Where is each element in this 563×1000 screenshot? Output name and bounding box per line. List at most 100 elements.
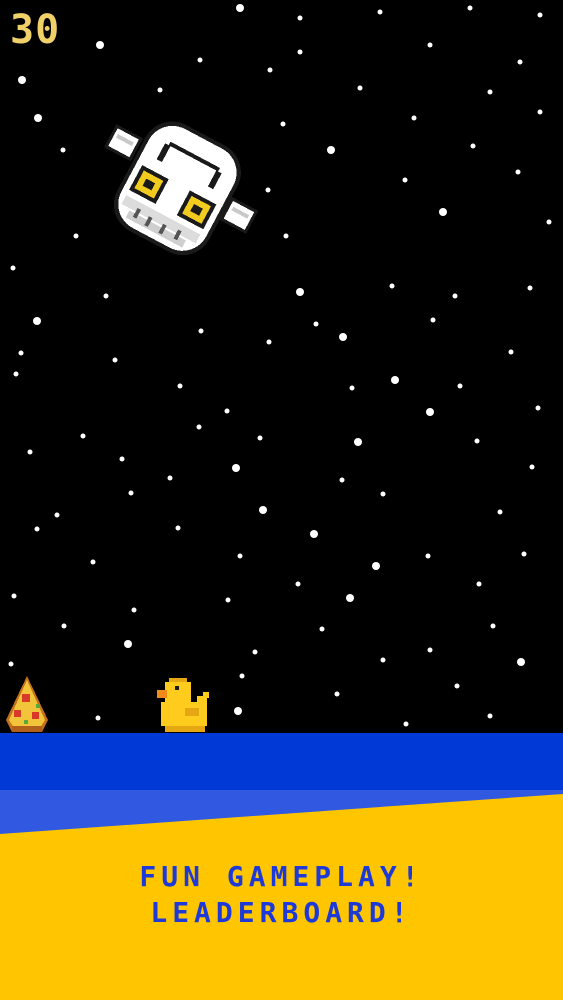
star	[517, 59, 523, 65]
star	[391, 376, 399, 384]
star	[327, 146, 335, 154]
star	[10, 265, 16, 271]
star	[537, 12, 543, 18]
star	[295, 581, 301, 587]
star	[426, 408, 434, 416]
star	[128, 490, 134, 496]
star	[334, 691, 340, 697]
star	[8, 661, 14, 667]
star	[265, 187, 271, 193]
star	[80, 433, 86, 439]
star	[546, 219, 552, 225]
star	[252, 649, 258, 655]
rubber-duck-icon[interactable]	[157, 678, 211, 734]
star	[283, 233, 289, 239]
star	[527, 285, 533, 291]
star	[313, 321, 319, 327]
star	[11, 593, 17, 599]
star	[346, 594, 354, 602]
star	[349, 385, 355, 391]
star	[18, 350, 24, 356]
game-screen[interactable]: 30 FUN GAMEPLAY! LEADERBOARD!	[0, 0, 563, 1000]
skull-ghost-icon	[104, 121, 259, 256]
star	[236, 4, 244, 12]
star	[224, 408, 230, 414]
star	[167, 475, 173, 481]
star	[232, 464, 240, 472]
star	[196, 424, 202, 430]
star	[225, 597, 231, 603]
star	[177, 383, 183, 389]
water-floor	[0, 733, 563, 790]
star	[131, 607, 137, 613]
star	[529, 464, 535, 470]
promo-line-leaderboard: LEADERBOARD!	[150, 896, 413, 929]
star	[27, 449, 33, 455]
star	[474, 438, 480, 444]
star	[13, 371, 19, 377]
star	[425, 553, 431, 559]
star	[61, 623, 67, 629]
star	[339, 477, 345, 483]
star	[354, 438, 362, 446]
star	[297, 15, 303, 21]
star	[112, 357, 118, 363]
star	[427, 647, 433, 653]
star	[508, 349, 514, 355]
star	[267, 67, 273, 73]
star	[234, 707, 242, 715]
star	[259, 506, 267, 514]
star	[372, 562, 380, 570]
star	[73, 233, 79, 239]
star	[476, 581, 482, 587]
star	[467, 5, 473, 11]
star	[34, 114, 42, 122]
star	[239, 673, 245, 679]
star	[389, 283, 395, 289]
star	[411, 115, 417, 121]
star	[296, 288, 304, 296]
star	[339, 333, 347, 341]
star	[103, 293, 109, 299]
star	[452, 293, 458, 299]
star	[490, 623, 496, 629]
promo-banner	[0, 794, 563, 1000]
star	[266, 339, 272, 345]
star	[430, 317, 436, 323]
star	[537, 109, 543, 115]
starfield	[8, 4, 552, 727]
star	[237, 553, 243, 559]
star	[487, 713, 493, 719]
star	[380, 491, 386, 497]
star	[402, 177, 408, 183]
star	[95, 715, 101, 721]
star	[357, 85, 363, 91]
star	[297, 49, 303, 55]
star	[439, 208, 447, 216]
star	[96, 41, 104, 49]
star	[60, 147, 66, 153]
promo-line-gameplay: FUN GAMEPLAY!	[139, 860, 424, 893]
star	[157, 87, 163, 93]
star	[535, 405, 541, 411]
star	[257, 435, 263, 441]
star	[119, 456, 125, 462]
star	[319, 626, 325, 632]
star	[310, 530, 318, 538]
star	[197, 57, 203, 63]
star	[497, 509, 503, 515]
star	[198, 328, 204, 334]
star	[521, 551, 527, 557]
star	[54, 512, 60, 518]
star	[515, 169, 521, 175]
star	[33, 317, 41, 325]
star	[380, 657, 386, 663]
star	[517, 658, 525, 666]
star	[487, 89, 493, 95]
star	[403, 721, 409, 727]
star	[377, 9, 383, 15]
star	[427, 42, 433, 48]
star	[470, 143, 476, 149]
star	[124, 640, 132, 648]
star	[34, 526, 40, 532]
